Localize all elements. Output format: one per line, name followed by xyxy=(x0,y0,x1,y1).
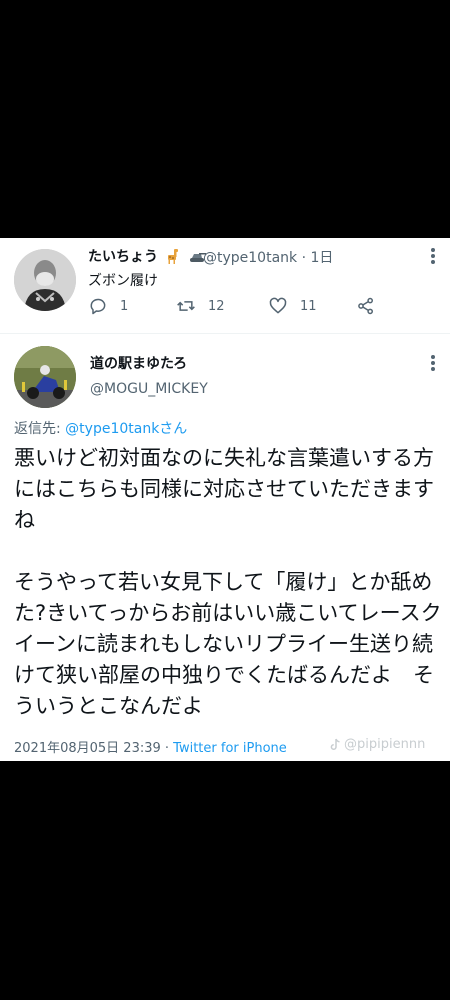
tweet1-avatar[interactable] xyxy=(14,249,76,311)
tweet2-source[interactable]: Twitter for iPhone xyxy=(173,741,287,756)
tweet1-text: ズボン履け xyxy=(88,273,158,289)
reply-button[interactable]: 1 xyxy=(88,296,128,316)
tweet1-author[interactable]: たいちょう xyxy=(88,246,206,266)
tweet2-author-name[interactable]: 道の駅まゆたろ xyxy=(90,353,187,373)
retweet-icon xyxy=(177,301,195,311)
tweet-card: たいちょう @type10tank · 1日 ズボン履け 1 12 11 道の駅… xyxy=(0,238,450,761)
reply-count: 1 xyxy=(120,298,129,314)
tweet1-time[interactable]: 1日 xyxy=(311,250,334,266)
reply-to-mention[interactable]: @type10tankさん xyxy=(65,421,187,437)
tweet1-more-icon[interactable] xyxy=(430,246,436,266)
tweet2-more-icon[interactable] xyxy=(430,353,436,373)
reply-icon xyxy=(90,298,106,315)
tweet2-meta: 2021年08月05日 23:39 · Twitter for iPhone xyxy=(14,737,287,756)
giraffe-emoji-icon xyxy=(167,249,178,264)
tweet2-avatar[interactable] xyxy=(14,346,76,408)
heart-icon xyxy=(269,297,287,314)
tweet1-handle[interactable]: @type10tank xyxy=(203,250,297,266)
tweet1-author-name[interactable]: たいちょう xyxy=(88,249,158,265)
retweet-button[interactable]: 12 xyxy=(176,296,225,316)
reply-to-label: 返信先: xyxy=(14,421,66,437)
like-count: 11 xyxy=(300,298,317,314)
tweet2-timestamp[interactable]: 2021年08月05日 23:39 xyxy=(14,741,161,756)
tweet1-meta: @type10tank · 1日 xyxy=(203,247,333,267)
share-button[interactable] xyxy=(356,296,388,316)
tweet2-meta-separator: · xyxy=(160,741,174,756)
reply-to-line: 返信先: @type10tankさん xyxy=(14,418,187,438)
tweet2-body: 悪いけど初対面なのに失礼な言葉遣いする方にはこちらも同様に対応させていただきます… xyxy=(14,446,442,718)
tweet1-separator: · xyxy=(301,250,307,266)
watermark-text: @pipipiennn xyxy=(344,737,426,752)
tweet1-actions: 1 12 11 xyxy=(88,296,388,320)
share-icon xyxy=(358,297,373,315)
retweet-count: 12 xyxy=(208,298,225,314)
tweet2-handle[interactable]: @MOGU_MICKEY xyxy=(90,381,208,397)
tiktok-icon xyxy=(330,738,340,751)
tweet-divider xyxy=(0,333,450,334)
like-button[interactable]: 11 xyxy=(268,296,317,316)
watermark: @pipipiennn xyxy=(330,737,425,752)
